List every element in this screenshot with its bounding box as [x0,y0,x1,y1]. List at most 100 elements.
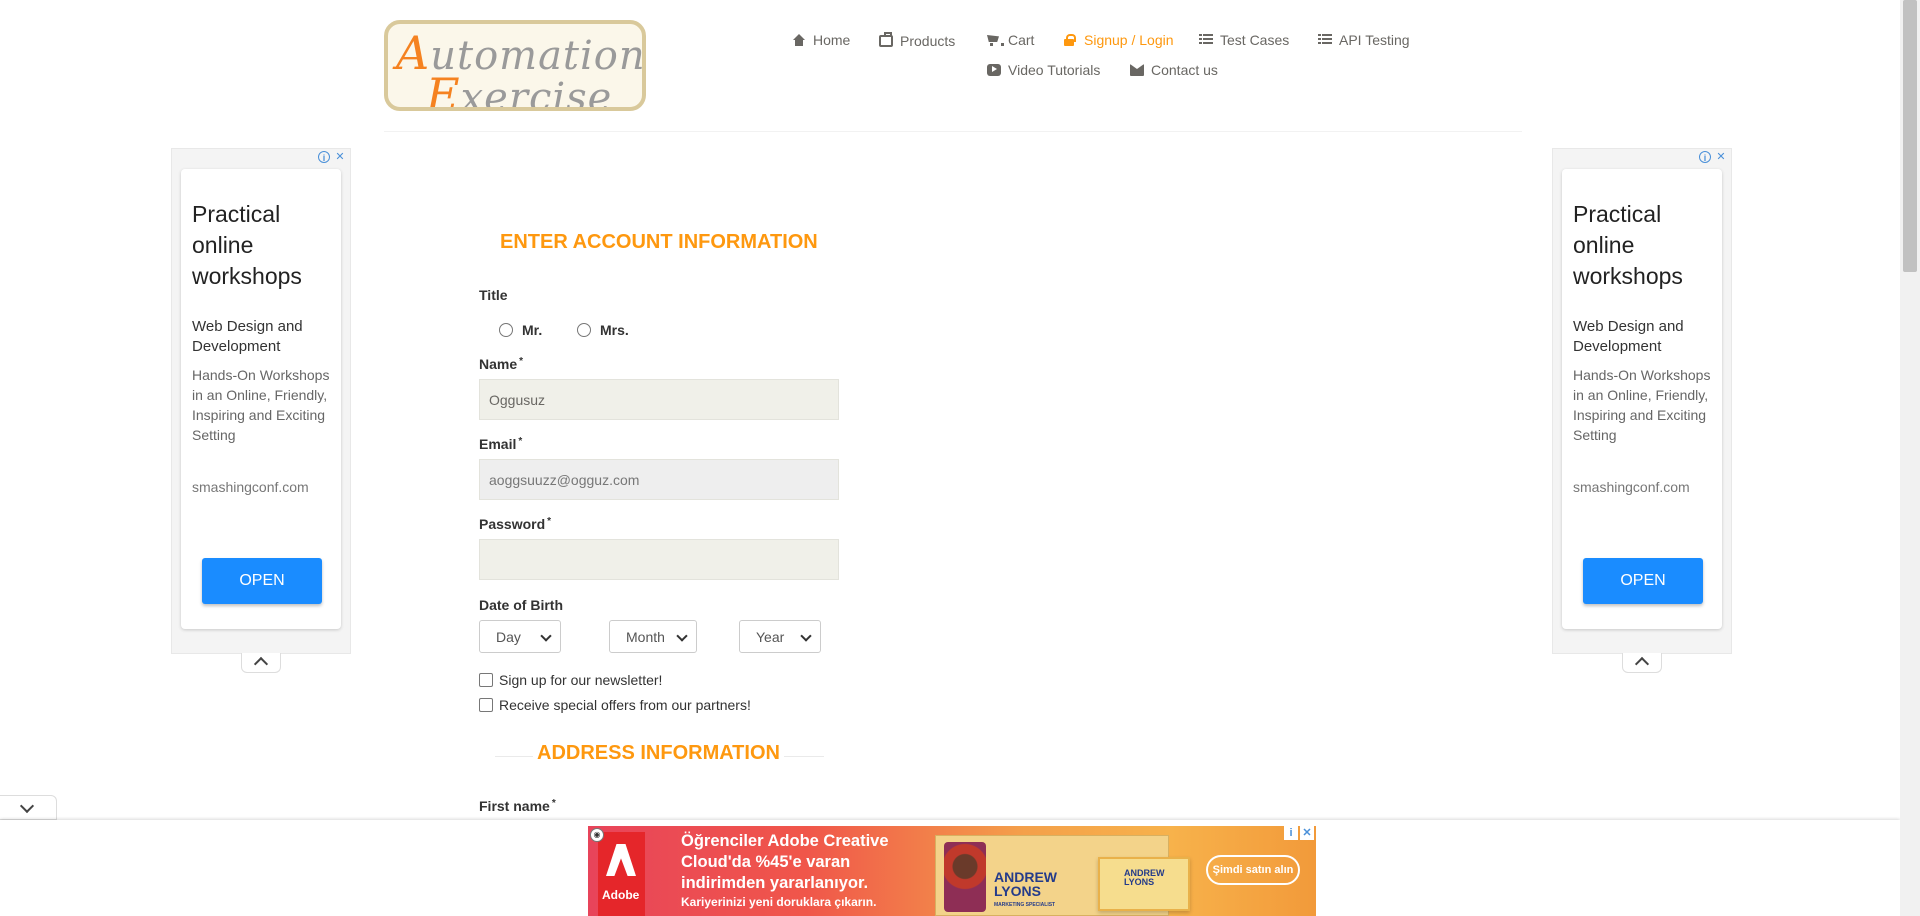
bottom-ad-controls: i ✕ [1284,826,1314,840]
ad-url[interactable]: smashingconf.com [1573,479,1690,495]
required-mark: * [519,356,524,367]
lock-icon [1063,34,1077,46]
list-icon [1199,34,1213,46]
nav-video-tutorials-label: Video Tutorials [1008,62,1101,78]
newsletter-checkbox[interactable]: Sign up for our newsletter! [479,672,662,688]
password-label-text: Password [479,516,546,532]
nav-api-testing-label: API Testing [1339,32,1410,48]
bottom-ad-headline: Öğrenciler Adobe Creative Cloud'da %45'e… [681,832,889,892]
account-info-title: ENTER ACCOUNT INFORMATION [500,231,818,253]
title-mr-label: Mr. [522,322,543,338]
required-mark: * [547,516,552,527]
title-label: Title [479,287,508,303]
close-icon[interactable]: ✕ [1715,151,1727,163]
book-author: ANDREW LYONS [994,870,1057,898]
book-role: MARKETING SPECIALIST [994,902,1056,908]
adobe-icon [606,844,636,876]
ad-headline: Practical online workshops [1573,201,1683,289]
password-input[interactable] [479,539,839,580]
checkbox[interactable] [479,673,493,687]
nav-products[interactable]: Products [879,32,956,49]
chevron-up-icon[interactable] [241,653,281,673]
radio-button[interactable] [499,323,513,337]
address-info-title: ADDRESS INFORMATION [537,742,780,764]
info-icon[interactable]: i [1284,826,1298,840]
ad-body: Hands-On Workshops in an Online, Friendl… [1573,367,1711,443]
dob-year-select[interactable]: Year [739,620,821,653]
ad-subtitle: Web Design and Development [1573,318,1684,355]
page-scrollbar[interactable] [1900,0,1920,916]
nav-home[interactable]: Home [792,32,850,48]
divider [784,756,824,757]
ad-open-button[interactable]: OPEN [1583,558,1703,604]
adobe-brand-label: Adobe [602,888,640,902]
book-author-last: LYONS [994,883,1041,899]
title-mrs-radio[interactable]: Mrs. [577,322,629,338]
offers-checkbox[interactable]: Receive special offers from our partners… [479,697,751,713]
bottom-ad-subtitle: Kariyerinizi yeni doruklara çıkarın. [681,895,877,909]
ad-card[interactable]: Practical online workshops Web Design an… [1562,169,1722,629]
dob-month-select[interactable]: Month [609,620,697,653]
ad-url[interactable]: smashingconf.com [192,479,309,495]
logo-line-2: Exercise [426,68,613,111]
home-icon [792,34,806,46]
buy-now-button[interactable]: Şimdi satın alın [1206,855,1300,885]
password-label: Password * [479,516,551,532]
close-icon[interactable]: ✕ [1300,826,1314,840]
email-label-text: Email [479,436,517,452]
dob-label: Date of Birth [479,597,563,613]
bottom-ad[interactable]: Adobe Öğrenciler Adobe Creative Cloud'da… [588,826,1316,916]
book-small-author-last: LYONS [1124,877,1155,887]
dob-day-select[interactable]: Day [479,620,561,653]
header-divider [384,131,1522,132]
cart-icon [987,34,1004,46]
ad-headline: Practical online workshops [192,201,302,289]
book-small-image: ANDREW LYONS [1098,857,1190,911]
nav-signup-login[interactable]: Signup / Login [1063,32,1174,48]
adobe-logo: Adobe [598,832,645,916]
email-label: Email * [479,436,522,452]
adchoices-icon[interactable]: ◉ [590,828,604,842]
chevron-up-icon[interactable] [1622,653,1662,673]
ad-body: Hands-On Workshops in an Online, Friendl… [192,367,330,443]
right-ad: i ✕ Practical online workshops Web Desig… [1552,148,1732,673]
left-ad: i ✕ Practical online workshops Web Desig… [171,148,351,673]
site-logo[interactable]: Automation Exercise [384,20,646,111]
first-name-label: First name * [479,798,556,814]
ad-controls: i ✕ [1699,151,1727,163]
radio-button[interactable] [577,323,591,337]
envelope-icon [1130,64,1144,76]
name-input[interactable]: Oggusuz [479,379,839,420]
offers-label: Receive special offers from our partners… [499,697,751,713]
nav-contact-us-label: Contact us [1151,62,1218,78]
email-input[interactable]: aoggsuuzz@ogguz.com [479,459,839,500]
title-mrs-label: Mrs. [600,322,629,338]
checkbox[interactable] [479,698,493,712]
ad-open-button[interactable]: OPEN [202,558,322,604]
info-icon[interactable]: i [1699,151,1711,163]
nav-signup-login-label: Signup / Login [1084,32,1174,48]
divider [495,756,533,757]
name-label: Name * [479,356,523,372]
ad-controls: i ✕ [318,151,346,163]
nav-video-tutorials[interactable]: Video Tutorials [987,62,1100,78]
name-label-text: Name [479,356,518,372]
nav-cart[interactable]: Cart [987,32,1034,48]
scroll-thumb[interactable] [1903,0,1917,272]
newsletter-label: Sign up for our newsletter! [499,672,663,688]
nav-cart-label: Cart [1008,32,1035,48]
nav-test-cases-label: Test Cases [1220,32,1290,48]
nav-test-cases[interactable]: Test Cases [1199,32,1289,48]
box-icon [879,32,893,47]
close-icon[interactable]: ✕ [334,151,346,163]
title-mr-radio[interactable]: Mr. [499,322,542,338]
ad-subtitle: Web Design and Development [192,318,303,355]
nav-contact-us[interactable]: Contact us [1130,62,1218,78]
ad-card[interactable]: Practical online workshops Web Design an… [181,169,341,629]
list-icon [1318,34,1332,46]
nav-products-label: Products [900,33,956,49]
chevron-down-icon[interactable] [0,795,57,820]
person-photo [944,842,986,912]
nav-api-testing[interactable]: API Testing [1318,32,1410,48]
info-icon[interactable]: i [318,151,330,163]
